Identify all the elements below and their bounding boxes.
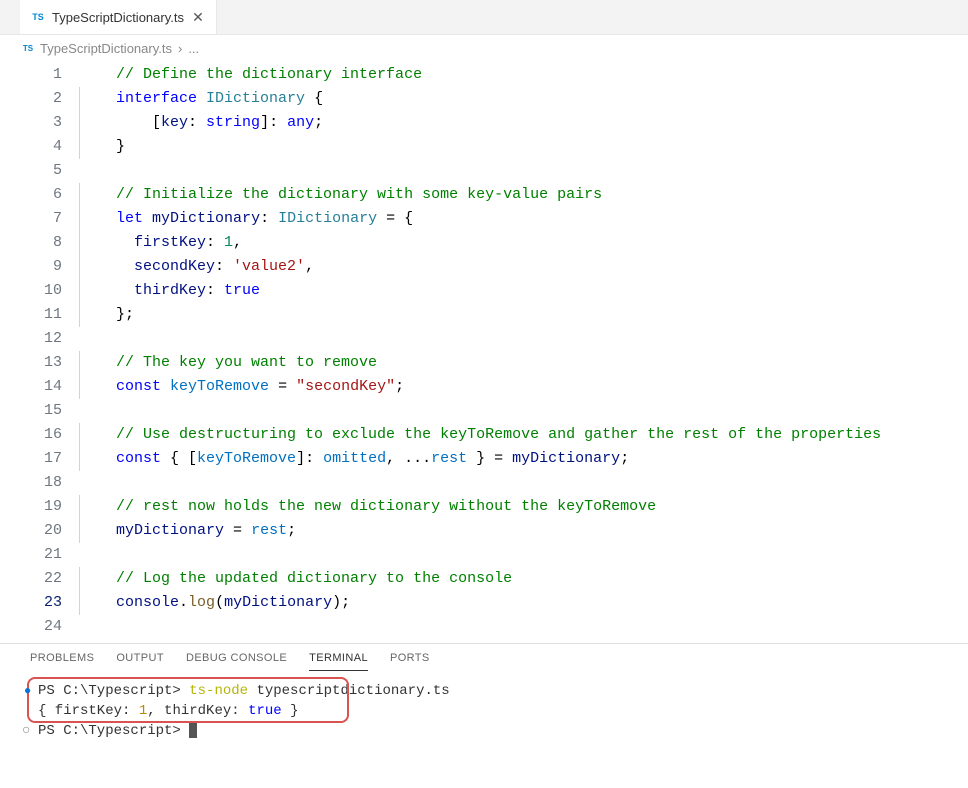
line-number: 10 [20,279,62,303]
line-number: 2 [20,87,62,111]
code-line[interactable]: } [80,135,968,159]
breadcrumb: TS TypeScriptDictionary.ts › ... [0,35,968,61]
line-number: 1 [20,63,62,87]
line-number: 4 [20,135,62,159]
line-number: 14 [20,375,62,399]
line-number: 22 [20,567,62,591]
code-line[interactable]: // Initialize the dictionary with some k… [80,183,968,207]
line-number: 5 [20,159,62,183]
code-editor[interactable]: 123456789101112131415161718192021222324 … [0,61,968,643]
code-line[interactable]: }; [80,303,968,327]
code-line[interactable]: myDictionary = rest; [80,519,968,543]
code-line[interactable]: // Use destructuring to exclude the keyT… [80,423,968,447]
panel-tab-ports[interactable]: PORTS [390,652,430,671]
code-line[interactable]: // The key you want to remove [80,351,968,375]
panel-tab-output[interactable]: OUTPUT [116,652,164,671]
code-line[interactable] [80,471,968,495]
line-number: 11 [20,303,62,327]
terminal-output-mid: , thirdKey: [147,703,248,719]
terminal-idle-indicator-icon: ○ [22,721,30,741]
terminal-output-number: 1 [139,703,147,719]
line-number: 23 [20,591,62,615]
code-line[interactable]: secondKey: 'value2', [80,255,968,279]
code-line[interactable] [80,615,968,639]
typescript-file-icon: TS [20,40,36,56]
line-number: 16 [20,423,62,447]
line-number: 6 [20,183,62,207]
breadcrumb-file-label: TypeScriptDictionary.ts [40,41,172,56]
code-line[interactable]: const { [keyToRemove]: omitted, ...rest … [80,447,968,471]
editor-tab[interactable]: TS TypeScriptDictionary.ts ✕ [20,0,217,34]
panel-tab-terminal[interactable]: TERMINAL [309,652,368,671]
terminal-active-indicator-icon: ● [24,681,31,701]
code-line[interactable]: const keyToRemove = "secondKey"; [80,375,968,399]
line-number: 18 [20,471,62,495]
code-line[interactable]: let myDictionary: IDictionary = { [80,207,968,231]
terminal-command: ts-node [189,683,248,699]
terminal-prompt: PS C:\Typescript> [38,683,189,699]
panel-tabs: PROBLEMS OUTPUT DEBUG CONSOLE TERMINAL PORTS [0,644,968,671]
bottom-panel: PROBLEMS OUTPUT DEBUG CONSOLE TERMINAL PORTS… [0,643,968,788]
line-number: 17 [20,447,62,471]
panel-tab-debug-console[interactable]: DEBUG CONSOLE [186,652,287,671]
code-line[interactable]: interface IDictionary { [80,87,968,111]
line-number: 7 [20,207,62,231]
close-icon[interactable]: ✕ [190,9,206,25]
code-line[interactable]: // rest now holds the new dictionary wit… [80,495,968,519]
breadcrumb-more[interactable]: ... [188,41,199,56]
code-line[interactable]: [key: string]: any; [80,111,968,135]
line-number: 24 [20,615,62,639]
terminal[interactable]: ● PS C:\Typescript> ts-node typescriptdi… [0,671,968,788]
terminal-prompt: PS C:\Typescript> [38,723,189,739]
terminal-output-bool: true [248,703,282,719]
code-line[interactable] [80,327,968,351]
line-number-gutter: 123456789101112131415161718192021222324 [0,63,80,643]
code-line[interactable] [80,159,968,183]
code-line[interactable]: // Log the updated dictionary to the con… [80,567,968,591]
line-number: 20 [20,519,62,543]
code-content[interactable]: // Define the dictionary interface inter… [80,63,968,643]
tab-filename: TypeScriptDictionary.ts [52,10,184,25]
code-line[interactable] [80,399,968,423]
line-number: 13 [20,351,62,375]
terminal-cursor [189,722,197,738]
panel-tab-problems[interactable]: PROBLEMS [30,652,94,671]
terminal-output: { firstKey: [38,703,139,719]
breadcrumb-file[interactable]: TS TypeScriptDictionary.ts [20,40,172,56]
code-line[interactable]: firstKey: 1, [80,231,968,255]
line-number: 21 [20,543,62,567]
tab-bar: TS TypeScriptDictionary.ts ✕ [0,0,968,35]
terminal-arg: typescriptdictionary.ts [248,683,450,699]
typescript-file-icon: TS [30,9,46,25]
line-number: 12 [20,327,62,351]
breadcrumb-separator: › [178,41,182,56]
line-number: 15 [20,399,62,423]
code-line[interactable]: // Define the dictionary interface [80,63,968,87]
code-line[interactable] [80,543,968,567]
line-number: 9 [20,255,62,279]
code-line[interactable]: thirdKey: true [80,279,968,303]
line-number: 3 [20,111,62,135]
code-line[interactable]: console.log(myDictionary); [80,591,968,615]
line-number: 19 [20,495,62,519]
line-number: 8 [20,231,62,255]
terminal-output-end: } [282,703,299,719]
